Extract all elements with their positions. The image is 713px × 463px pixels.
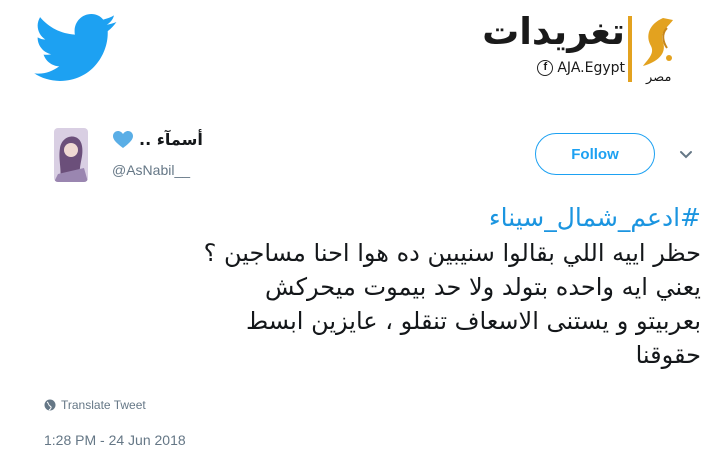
blue-heart-icon (113, 130, 133, 148)
brand-title: تغريدات (482, 10, 625, 53)
translate-label: Translate Tweet (61, 398, 146, 412)
network-label: مصر (646, 70, 672, 85)
tweet-text-line: حقوقنا (635, 341, 701, 369)
tweet-text-line: حظر اييه اللي بقالوا سنيبين ده هوا احنا … (203, 239, 701, 267)
follow-button[interactable]: Follow (535, 133, 655, 175)
translate-tweet-link[interactable]: Translate Tweet (44, 398, 146, 412)
brand-divider (628, 16, 632, 82)
chevron-down-icon[interactable] (679, 150, 693, 160)
aljazeera-logo-icon (643, 18, 673, 66)
user-name[interactable]: .. أسمآء (113, 130, 203, 149)
tweet-timestamp[interactable]: 1:28 PM - 24 Jun 2018 (44, 432, 186, 448)
globe-icon (44, 399, 56, 411)
tweet-body: #ادعم_شمال_سيناء حظر اييه اللي بقالوا سن… (61, 200, 701, 372)
facebook-icon: f (537, 60, 554, 76)
brand-handle-text: AJA.Egypt (557, 60, 625, 76)
user-handle[interactable]: @AsNabil__ (112, 162, 190, 178)
hashtag-link[interactable]: #ادعم_شمال_سيناء (61, 200, 701, 236)
brand-handle: f AJA.Egypt (537, 60, 625, 76)
avatar[interactable] (54, 128, 88, 182)
twitter-bird-icon (34, 14, 117, 81)
tweet-text-line: يعني ايه واحده بتولد ولا حد بيموت ميحركش (265, 273, 701, 301)
tweet-text-line: بعربيتو و يستنى الاسعاف تنقلو ، عايزين ا… (245, 307, 701, 335)
user-name-text: .. أسمآء (139, 130, 203, 149)
